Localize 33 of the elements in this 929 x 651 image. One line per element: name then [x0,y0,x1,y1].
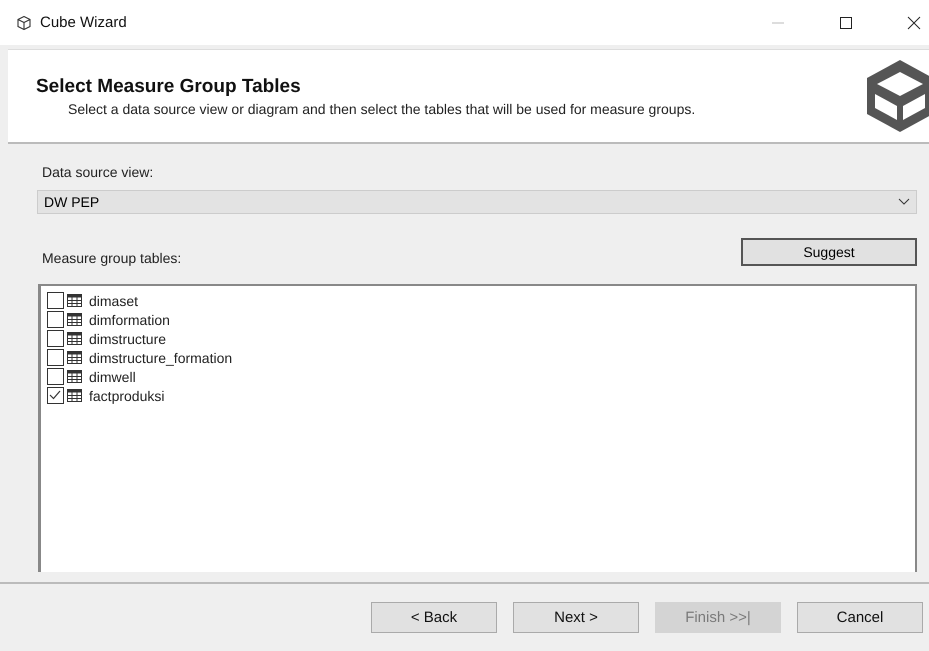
table-name: dimstructure_formation [89,350,232,366]
table-icon [67,370,82,383]
suggest-button[interactable]: Suggest [741,238,917,266]
checkbox[interactable] [47,311,64,328]
close-icon[interactable] [907,16,921,30]
checkbox[interactable] [47,387,64,404]
checkbox[interactable] [47,292,64,309]
maximize-icon[interactable] [839,16,853,30]
page-title: Select Measure Group Tables [36,76,302,98]
data-source-view-dropdown[interactable]: DW PEP [37,190,917,214]
table-icon [67,294,82,307]
table-icon [67,313,82,326]
table-icon [67,332,82,345]
window-title: Cube Wizard [40,14,127,31]
table-icon [67,389,82,402]
table-icon [67,351,82,364]
cube-icon [16,14,32,30]
wizard-button[interactable]: Next > [513,602,639,633]
table-name: factproduksi [89,388,164,404]
page-description: Select a data source view or diagram and then select the tables that will be used for measure groups. [67,100,696,116]
table-name: dimwell [89,368,136,384]
checkbox[interactable] [47,349,64,366]
wizard-button[interactable]: < Back [371,602,497,633]
chevron-down-icon [898,198,910,206]
checkbox[interactable] [47,368,64,385]
checkbox[interactable] [47,330,64,347]
table-name: dimstructure [89,330,166,346]
table-name: dimaset [89,292,138,308]
table-name: dimformation [89,312,170,328]
field-label: Data source view: [42,164,154,180]
checkmark-icon [48,388,62,402]
wizard-button[interactable]: Cancel [797,602,923,633]
field-label: Measure group tables: [42,250,182,266]
